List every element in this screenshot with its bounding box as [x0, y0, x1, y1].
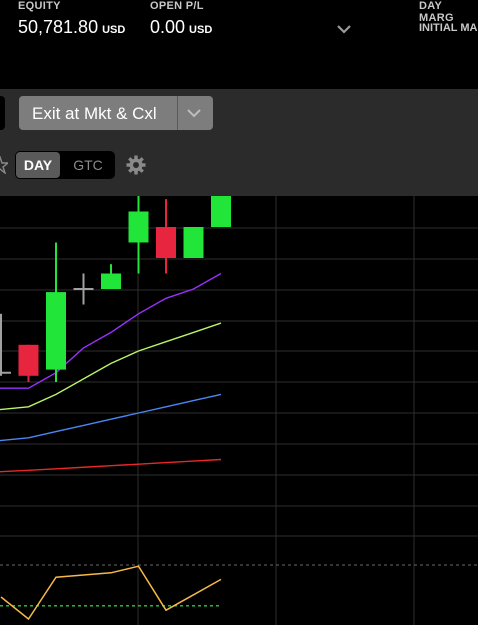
moving-average-line — [0, 458, 222, 473]
equity-currency: USD — [102, 24, 126, 36]
moving-average-line — [0, 393, 222, 442]
candle-body — [156, 227, 176, 258]
tif-day-option[interactable]: DAY — [16, 152, 60, 178]
candle-body — [183, 227, 204, 258]
equity-amount: 50,781.80 — [18, 17, 99, 37]
tif-gtc-option[interactable]: GTC — [65, 152, 111, 178]
day-margin-label: DAY MARG — [419, 0, 454, 24]
open-pl-currency: USD — [189, 24, 213, 36]
candle-body — [46, 292, 66, 370]
price-chart[interactable] — [0, 196, 478, 625]
open-pl-amount: 0.00 — [150, 17, 186, 37]
open-pl-label: OPEN P/L — [150, 0, 204, 12]
account-summary-bar: EQUITY 50,781.80 USD OPEN P/L 0.00 USD DAY… — [0, 0, 478, 88]
indicator-line — [0, 565, 222, 621]
candle-body — [211, 196, 231, 227]
exit-at-market-cancel-button[interactable]: Exit at Mkt & Cxl — [19, 96, 213, 130]
equity-label: EQUITY — [18, 0, 61, 12]
open-pl-value: 0.00 USD — [150, 17, 212, 38]
candle-body — [128, 211, 149, 243]
chevron-down-icon[interactable] — [336, 22, 352, 40]
exit-button-label: Exit at Mkt & Cxl — [32, 104, 157, 123]
prev-button[interactable] — [0, 96, 5, 130]
time-in-force-toggle: DAY GTC — [15, 151, 115, 179]
star-icon[interactable] — [0, 154, 10, 179]
initial-margin-label: INITIAL MA — [419, 22, 478, 34]
candle-body — [101, 273, 121, 289]
equity-value: 50,781.80 USD — [18, 17, 125, 38]
button-divider — [177, 96, 178, 130]
chevron-down-icon[interactable] — [184, 104, 204, 127]
candle-body — [18, 344, 39, 376]
gear-icon[interactable] — [126, 155, 146, 180]
order-toolbar: Exit at Mkt & Cxl DAY GTC — [0, 89, 478, 196]
